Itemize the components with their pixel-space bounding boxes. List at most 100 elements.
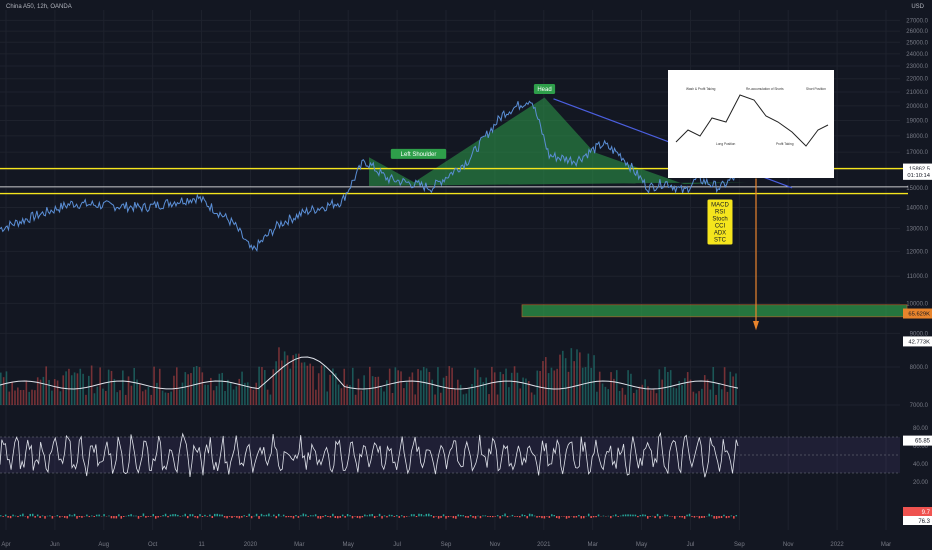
macd-hist-bar <box>708 513 710 517</box>
macd-hist-bar <box>364 514 366 517</box>
volume-bar <box>266 389 269 405</box>
volume-bar <box>698 391 700 405</box>
volume-bar <box>241 371 243 405</box>
volume-bar <box>85 394 87 405</box>
macd-hist-bar <box>4 514 7 517</box>
macd-hist-bar <box>211 516 214 518</box>
x-tick-label: Apr <box>1 542 10 548</box>
macd-hist-bar <box>184 513 186 517</box>
macd-hist-bar <box>81 516 83 518</box>
volume-bar <box>425 368 428 405</box>
macd-hist-bar <box>432 516 435 518</box>
macd-hist-bar <box>246 516 248 517</box>
macd-hist-bar <box>393 516 396 517</box>
volume-bar <box>706 379 709 405</box>
macd-hist-bar <box>642 514 644 517</box>
macd-hist-bar <box>369 514 371 517</box>
volume-bar <box>354 394 357 405</box>
volume-bar <box>158 368 161 405</box>
volume-bar <box>454 388 456 405</box>
macd-hist-bar <box>63 516 66 518</box>
volume-bar <box>394 367 397 405</box>
volume-bar <box>530 392 533 405</box>
volume-bar <box>320 365 323 405</box>
macd-hist-bar <box>587 513 590 517</box>
x-tick-label: Jul <box>393 542 401 548</box>
volume-bar <box>207 384 209 405</box>
volume-bar <box>235 386 238 405</box>
macd-hist-bar <box>568 516 570 518</box>
volume-bar <box>218 373 221 405</box>
volume-bar <box>51 390 53 405</box>
macd-hist-bar <box>718 516 720 519</box>
volume-bar <box>246 382 249 405</box>
volume-bar <box>278 347 280 405</box>
volume-bar <box>695 393 698 405</box>
macd-hist-bar <box>462 515 464 517</box>
volume-bar <box>383 391 385 405</box>
volume-bar <box>28 391 30 405</box>
indicator-note-text: MACD <box>711 202 729 208</box>
macd-hist-bar <box>474 516 477 519</box>
y-tick-label: 24000.0 <box>906 52 928 58</box>
macd-hist-bar <box>120 516 123 519</box>
macd-hist-bar <box>558 516 560 519</box>
macd-hist-bar <box>723 514 725 517</box>
macd-hist-bar <box>565 516 568 519</box>
volume-bar <box>735 373 737 405</box>
y-tick-label: 11000.0 <box>907 274 929 280</box>
volume-bar <box>300 362 303 405</box>
macd-hist-bar <box>602 515 605 517</box>
trading-chart[interactable]: 27000.0 26000.0 25000.0 24000.0 23000.0 22000… <box>0 0 932 550</box>
macd-hist-bar <box>199 514 201 517</box>
volume-bar <box>102 388 104 405</box>
macd-hist-bar <box>346 514 349 517</box>
macd-hist-bar <box>169 514 172 517</box>
y-tick-label: 12000.0 <box>906 249 928 255</box>
macd-hist-bar <box>659 516 661 519</box>
macd-hist-bar <box>516 516 519 517</box>
volume-bar <box>720 389 723 405</box>
macd-hist-bar <box>578 514 580 517</box>
macd-hist-bar <box>260 513 263 517</box>
volume-bar <box>337 384 340 405</box>
macd-hist-bar <box>287 516 290 518</box>
x-tick-label: 2020 <box>244 542 258 548</box>
volume-bar <box>105 390 107 405</box>
macd-hist-bar <box>172 514 174 517</box>
macd-hist-bar <box>142 513 145 517</box>
macd-hist-bar <box>132 515 135 517</box>
macd-hist-bar <box>482 515 484 517</box>
volume-bar <box>684 378 686 405</box>
macd-hist-bar <box>14 515 17 517</box>
macd-hist-bar <box>41 515 44 517</box>
volume-bar <box>263 370 266 405</box>
macd-hist-bar <box>201 516 204 517</box>
macd-hist-bar <box>533 515 536 517</box>
volume-bar <box>726 391 729 405</box>
macd-hist-bar <box>656 513 659 517</box>
macd-hist-bar <box>538 516 541 518</box>
volume-bar <box>596 391 598 405</box>
volume-bar <box>635 389 638 405</box>
volume-bar <box>522 377 524 405</box>
volume-bar <box>411 372 414 405</box>
volume-bar <box>201 372 204 405</box>
volume-bar <box>340 388 343 405</box>
volume-bar <box>295 353 297 405</box>
macd-hist-bar <box>319 516 322 519</box>
macd-hist-bar <box>720 516 723 519</box>
macd-hist-bar <box>447 516 450 518</box>
volume-bar <box>476 369 479 405</box>
volume-bar <box>317 373 320 405</box>
macd-hist-bar <box>632 514 634 517</box>
volume-bar <box>369 366 371 405</box>
macd-hist-bar <box>548 516 551 518</box>
macd-hist-bar <box>214 513 216 517</box>
volume-bar <box>661 379 663 405</box>
macd-hist-bar <box>56 515 59 517</box>
macd-hist-bar <box>541 516 543 519</box>
macd-hist-bar <box>71 515 73 517</box>
volume-bar <box>539 370 541 405</box>
macd-hist-bar <box>312 515 314 517</box>
